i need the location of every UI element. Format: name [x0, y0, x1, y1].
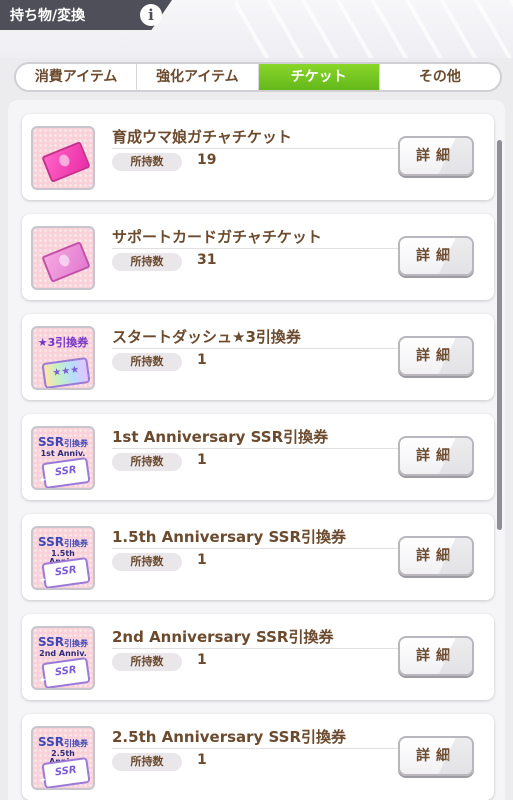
- detail-button[interactable]: 詳細: [398, 536, 474, 576]
- divider: [112, 648, 398, 649]
- tab-enhancement[interactable]: 強化アイテム: [137, 64, 259, 90]
- list-item: SSR引換券 2nd Anniv. SSR ✦ 2nd Anniversary …: [22, 614, 494, 700]
- ticket-graphic: SSR: [41, 456, 91, 488]
- detail-button[interactable]: 詳細: [398, 736, 474, 776]
- item-name: 2nd Anniversary SSR引換券: [112, 628, 334, 646]
- ticket-graphic: [41, 241, 91, 283]
- owned-label: 所持数: [112, 653, 182, 671]
- list-item: 育成ウマ娘ガチャチケット 所持数 19 詳細: [22, 114, 494, 200]
- ssr-exchange-ticket-icon: SSR引換券 2nd Anniv. SSR ✦: [31, 626, 95, 690]
- ssr-exchange-ticket-icon: SSR引換券 1.5th Anniv. SSR ✦: [31, 526, 95, 590]
- ticket-graphic: SSR: [41, 756, 91, 788]
- item-name: 1.5th Anniversary SSR引換券: [112, 528, 347, 546]
- owned-label: 所持数: [112, 553, 182, 571]
- list-item: SSR引換券 2.5th Anniv. SSR ✦ 2.5th Annivers…: [22, 714, 494, 800]
- divider: [112, 448, 398, 449]
- sparkle-icon: ✦: [39, 476, 47, 486]
- badge-text: SSR引換券 2nd Anniv.: [38, 635, 88, 658]
- owned-count: 1: [197, 352, 207, 368]
- owned-count: 1: [197, 452, 207, 468]
- detail-button[interactable]: 詳細: [398, 636, 474, 676]
- ticket-emblem-icon: [57, 253, 72, 268]
- sparkle-icon: ✦: [39, 676, 47, 686]
- badge-text: ★3引換券: [37, 336, 89, 349]
- list-item: SSR引換券 1.5th Anniv. SSR ✦ 1.5th Annivers…: [22, 514, 494, 600]
- divider: [112, 248, 398, 249]
- divider: [112, 548, 398, 549]
- list-scrollbar[interactable]: [497, 140, 502, 530]
- badge-text: SSR引換券 1st Anniv.: [38, 435, 88, 458]
- detail-button[interactable]: 詳細: [398, 436, 474, 476]
- ssr-exchange-ticket-icon: SSR引換券 2.5th Anniv. SSR ✦: [31, 726, 95, 790]
- detail-button[interactable]: 詳細: [398, 336, 474, 376]
- owned-label: 所持数: [112, 753, 182, 771]
- divider: [112, 148, 398, 149]
- owned-count: 31: [197, 252, 217, 268]
- ticket-graphic: [41, 141, 91, 183]
- item-name: 2.5th Anniversary SSR引換券: [112, 728, 347, 746]
- tab-consumables[interactable]: 消費アイテム: [16, 64, 138, 90]
- page-title: 持ち物/変換: [10, 8, 86, 24]
- owned-label: 所持数: [112, 353, 182, 371]
- item-name: スタートダッシュ★3引換券: [112, 328, 301, 346]
- pink-gacha-ticket-icon: [31, 126, 95, 190]
- list-item: サポートカードガチャチケット 所持数 31 詳細: [22, 214, 494, 300]
- tab-others[interactable]: その他: [380, 64, 500, 90]
- item-name: サポートカードガチャチケット: [112, 228, 322, 246]
- list-item: ★3引換券 ★★★ スタートダッシュ★3引換券 所持数 1 詳細: [22, 314, 494, 400]
- owned-count: 1: [197, 652, 207, 668]
- owned-label: 所持数: [112, 253, 182, 271]
- owned-label: 所持数: [112, 153, 182, 171]
- sparkle-icon: ✦: [39, 576, 47, 586]
- list-item: SSR引換券 1st Anniv. SSR ✦ 1st Anniversary …: [22, 414, 494, 500]
- divider: [112, 748, 398, 749]
- owned-count: 19: [197, 152, 217, 168]
- item-name: 育成ウマ娘ガチャチケット: [112, 128, 292, 146]
- detail-button[interactable]: 詳細: [398, 236, 474, 276]
- owned-count: 1: [197, 552, 207, 568]
- sparkle-icon: ✦: [39, 776, 47, 786]
- info-button[interactable]: i: [140, 4, 162, 26]
- ticket-graphic: SSR: [41, 656, 91, 688]
- header: 持ち物/変換 i: [0, 0, 513, 58]
- tab-bar: 消費アイテム 強化アイテム チケット その他: [14, 62, 502, 92]
- ssr-exchange-ticket-icon: SSR引換券 1st Anniv. SSR ✦: [31, 426, 95, 490]
- divider: [112, 348, 398, 349]
- ticket-emblem-icon: [57, 153, 72, 168]
- star3-exchange-ticket-icon: ★3引換券 ★★★: [31, 326, 95, 390]
- owned-count: 1: [197, 752, 207, 768]
- tab-tickets[interactable]: チケット: [258, 64, 380, 90]
- support-card-ticket-icon: [31, 226, 95, 290]
- detail-button[interactable]: 詳細: [398, 136, 474, 176]
- ticket-graphic: SSR: [41, 556, 91, 588]
- owned-label: 所持数: [112, 453, 182, 471]
- ticket-graphic: ★★★: [41, 356, 91, 388]
- item-name: 1st Anniversary SSR引換券: [112, 428, 329, 446]
